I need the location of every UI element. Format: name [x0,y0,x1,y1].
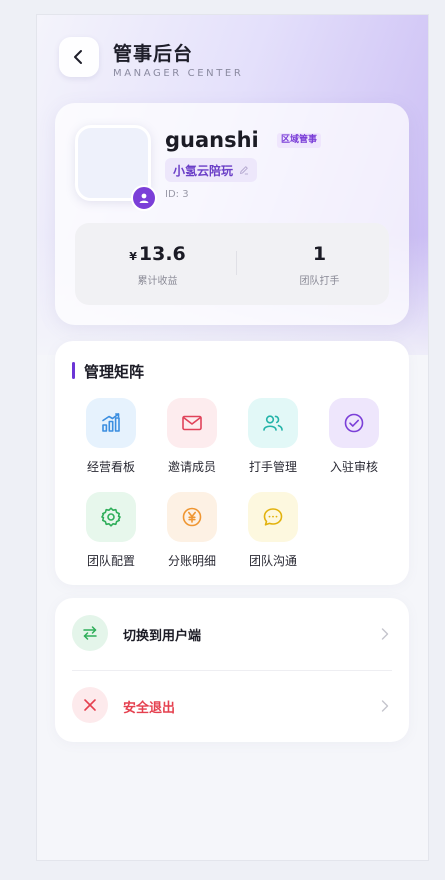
matrix-item-label: 入驻审核 [329,460,378,474]
switch-icon [72,615,108,651]
stats-panel: ¥13.6 累计收益 1 团队打手 [75,223,389,305]
matrix-item-team-chat[interactable]: 团队沟通 [233,492,313,569]
mail-icon [167,398,217,448]
users-icon [248,398,298,448]
action-label: 安全退出 [123,701,176,716]
check-circle-icon [329,398,379,448]
matrix-item-label: 邀请成员 [167,460,216,474]
yen-icon [167,492,217,542]
switch-to-user-button[interactable]: 切换到用户端 [55,598,409,670]
user-id: ID: 3 [165,189,189,200]
username: guanshi [165,128,259,152]
team-name-tag[interactable]: 小氢云陪玩 [165,158,258,182]
section-title: 管理矩阵 [84,363,145,381]
stat-label: 累计收益 [137,276,178,287]
actions-card: 切换到用户端 安全退出 [55,598,409,742]
matrix-item-invite[interactable]: 邀请成员 [152,398,232,475]
matrix-item-team-config[interactable]: 团队配置 [71,492,151,569]
matrix-item-label: 团队沟通 [248,554,297,568]
chevron-right-icon [381,700,389,712]
matrix-item-onboarding-review[interactable]: 入驻审核 [314,398,394,475]
app-screen: 管事后台 MANAGER CENTER guanshi 区域管事 小氢云陪玩 I… [36,14,429,861]
chevron-right-icon [381,628,389,640]
team-name: 小氢云陪玩 [173,163,234,178]
matrix-item-player-management[interactable]: 打手管理 [233,398,313,475]
edit-icon [240,166,249,175]
action-label: 切换到用户端 [123,629,202,644]
role-badge: 区域管事 [277,133,322,148]
matrix-item-label: 分账明细 [167,554,216,568]
user-badge-icon [131,185,157,211]
bar-chart-icon [86,398,136,448]
matrix-item-revenue-split[interactable]: 分账明细 [152,492,232,569]
chat-icon [248,492,298,542]
matrix-item-label: 打手管理 [248,460,297,474]
currency-symbol: ¥ [129,250,137,263]
stat-earnings[interactable]: ¥13.6 累计收益 [79,243,236,287]
stat-divider [236,251,237,275]
chevron-left-icon [74,50,82,64]
gear-icon [86,492,136,542]
close-icon [72,687,108,723]
matrix-item-label: 团队配置 [86,554,135,568]
matrix-item-label: 经营看板 [86,460,135,474]
stat-team-members[interactable]: 1 团队打手 [241,243,398,287]
management-matrix-card: 管理矩阵 经营看板 邀请成员 打手管理 入驻审核 团队配置 分账明细 团队沟通 [55,341,409,585]
section-accent-bar [72,362,75,379]
stat-value: 1 [312,243,327,265]
page-title: 管事后台 [113,43,194,65]
logout-button[interactable]: 安全退出 [55,670,409,742]
page-subtitle: MANAGER CENTER [113,68,244,79]
matrix-item-dashboard[interactable]: 经营看板 [71,398,151,475]
stat-label: 团队打手 [299,276,340,287]
profile-card: guanshi 区域管事 小氢云陪玩 ID: 3 ¥13.6 累计收益 1 团队… [55,103,409,325]
back-button[interactable] [59,37,99,77]
stat-value: 13.6 [138,243,186,265]
